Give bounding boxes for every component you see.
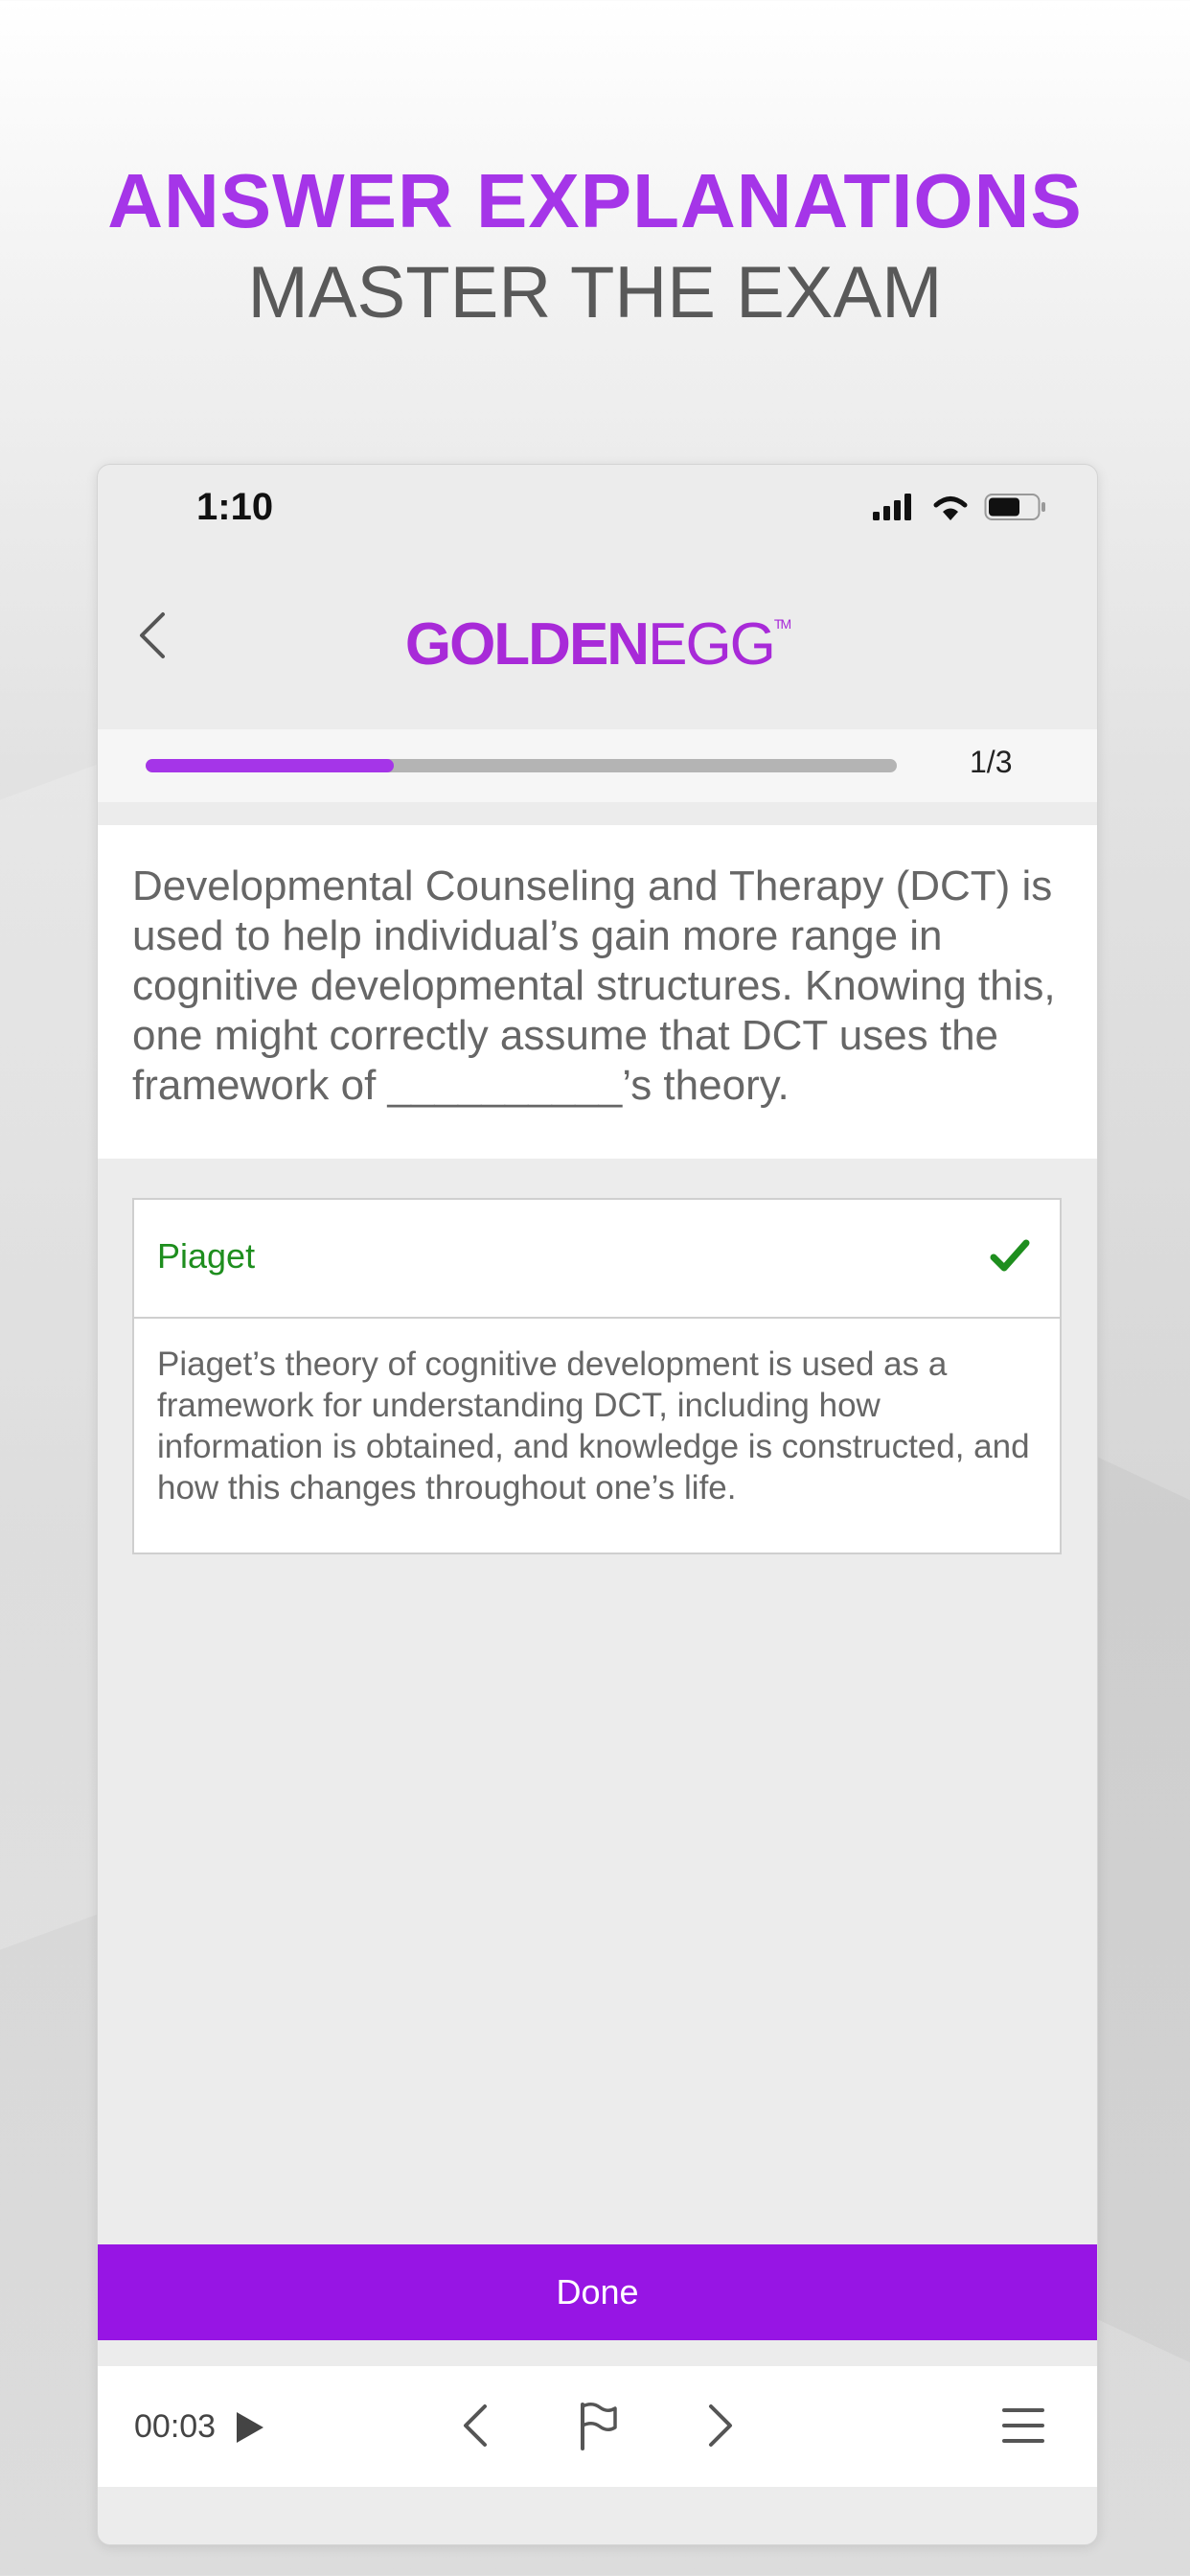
status-time: 1:10 [196,486,274,528]
question-counter: 1/3 [970,745,1013,779]
elapsed-timer: 00:03 [134,2408,217,2445]
promo-title: ANSWER EXPLANATIONS [107,158,1083,243]
answer-explanation: Piaget’s theory of cognitive development… [157,1346,1030,1506]
next-icon[interactable] [692,2399,745,2452]
logo-bold-text: GOLDEN [404,611,650,678]
question-card: Developmental Counseling and Therapy (DC… [98,825,1097,1159]
answer-panel: Piaget Piaget’s theory of cognitive deve… [132,1198,1062,1554]
previous-icon[interactable] [450,2399,504,2452]
answer-option[interactable]: Piaget [134,1200,1060,1319]
phone-screen: 1:10 GOLDENEGGTM 1/3 Developmental Couns… [97,464,1098,2545]
battery-icon [984,494,1045,520]
question-text: Developmental Counseling and Therapy (DC… [132,862,1056,1109]
progress-section: 1/3 [98,729,1097,802]
goldenegg-logo: GOLDENEGGTM [98,610,1097,678]
promo-subtitle: MASTER THE EXAM [247,252,943,334]
checkmark-icon [990,1239,1030,1272]
progress-bar [146,759,897,772]
wifi-icon [933,496,968,520]
cellular-signal-icon [873,494,911,520]
navigation-bar: GOLDENEGGTM [98,570,1097,704]
logo-light-text: EGG [648,611,776,678]
promo-headline: ANSWER EXPLANATIONS MASTER THE EXAM [0,153,1190,339]
logo-trademark: TM [773,616,791,632]
play-icon[interactable] [232,2410,266,2445]
status-bar: 1:10 [98,465,1097,551]
menu-icon[interactable] [996,2399,1050,2452]
status-icons [871,492,1047,522]
flag-icon[interactable] [571,2399,625,2452]
bottom-toolbar: 00:03 [98,2366,1097,2487]
answer-label: Piaget [157,1236,256,1276]
progress-fill [146,759,394,772]
done-button[interactable]: Done [98,2244,1097,2340]
